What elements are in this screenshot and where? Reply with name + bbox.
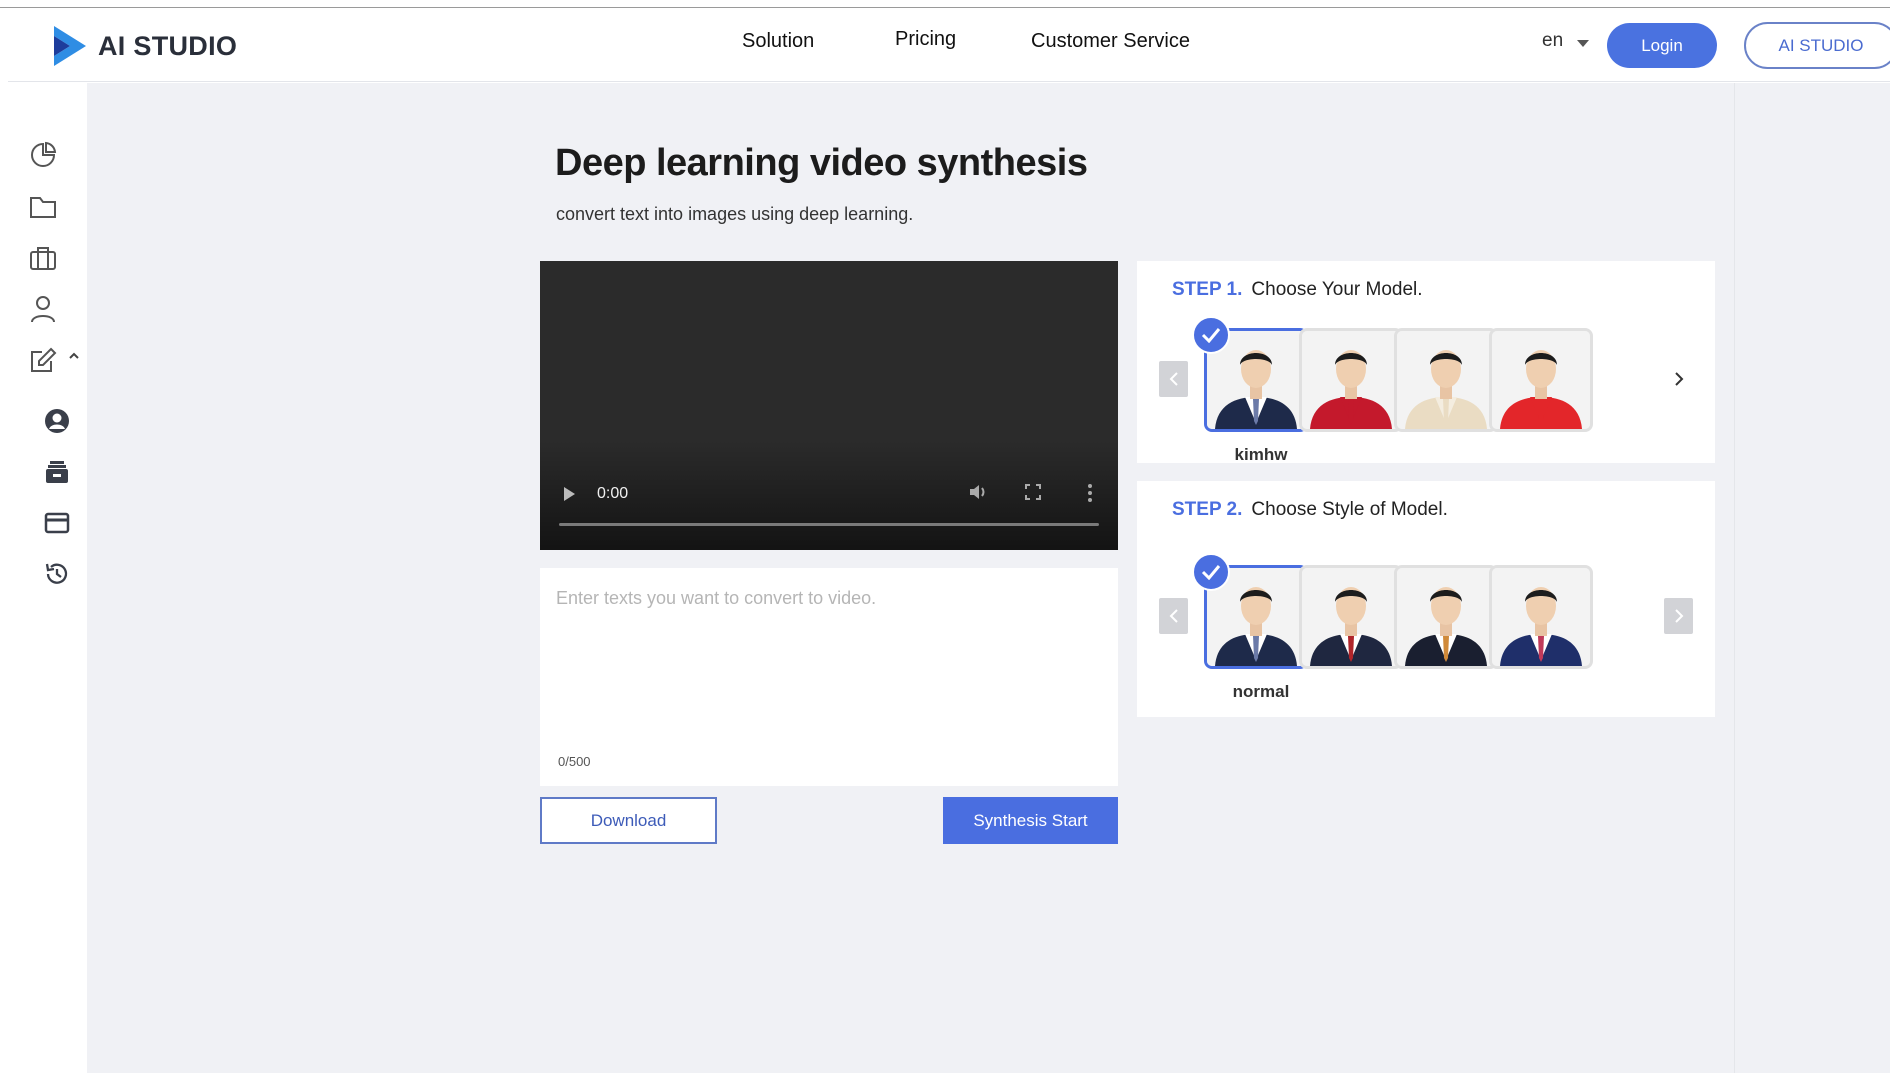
logo-chevron-icon bbox=[54, 26, 86, 66]
step2-style-thumb-3[interactable] bbox=[1394, 565, 1498, 669]
step2-next-button[interactable] bbox=[1664, 598, 1693, 634]
top-header: AI STUDIO Solution Pricing Customer Serv… bbox=[8, 8, 1890, 82]
chevron-left-icon bbox=[1169, 609, 1178, 623]
step2-panel: STEP 2. Choose Style of Model. normal bbox=[1137, 481, 1715, 717]
step1-selected-check-icon bbox=[1192, 316, 1230, 354]
character-counter: 0/500 bbox=[558, 754, 591, 769]
chevron-up-icon[interactable] bbox=[66, 348, 82, 364]
video-player[interactable]: 0:00 bbox=[540, 261, 1118, 550]
step1-panel: STEP 1. Choose Your Model. kimhw bbox=[1137, 261, 1715, 464]
folder-icon[interactable] bbox=[28, 192, 58, 222]
chevron-down-icon bbox=[1577, 39, 1590, 47]
step1-model-thumb-2[interactable] bbox=[1299, 328, 1403, 432]
briefcase-icon[interactable] bbox=[28, 243, 58, 273]
step2-heading: STEP 2. Choose Style of Model. bbox=[1172, 499, 1448, 521]
brand-logo[interactable]: AI STUDIO bbox=[52, 24, 237, 68]
user-icon[interactable] bbox=[28, 294, 58, 324]
download-button[interactable]: Download bbox=[540, 797, 717, 844]
play-icon[interactable] bbox=[564, 487, 575, 501]
inbox-stack-icon[interactable] bbox=[42, 457, 72, 487]
nav-solution[interactable]: Solution bbox=[742, 30, 814, 53]
step2-prev-button[interactable] bbox=[1159, 598, 1188, 634]
account-circle-icon[interactable] bbox=[42, 406, 72, 436]
more-options-icon[interactable] bbox=[1087, 483, 1093, 508]
video-progress-track[interactable] bbox=[559, 523, 1099, 526]
step1-model-thumb-3[interactable] bbox=[1394, 328, 1498, 432]
step2-selected-check-icon bbox=[1192, 553, 1230, 591]
step1-model-thumb-4[interactable] bbox=[1489, 328, 1593, 432]
login-button[interactable]: Login bbox=[1607, 23, 1717, 68]
step1-title: Choose Your Model. bbox=[1251, 279, 1423, 300]
step1-prev-button[interactable] bbox=[1159, 361, 1188, 397]
synthesis-start-button[interactable]: Synthesis Start bbox=[943, 797, 1118, 844]
step2-number: STEP 2. bbox=[1172, 499, 1243, 520]
edit-icon[interactable] bbox=[28, 345, 58, 375]
chevron-right-icon bbox=[1674, 609, 1683, 623]
video-time: 0:00 bbox=[597, 485, 629, 502]
page-title: Deep learning video synthesis bbox=[555, 142, 1088, 184]
nav-pricing[interactable]: Pricing bbox=[895, 28, 956, 51]
content-divider bbox=[1734, 83, 1735, 1073]
ai-studio-button[interactable]: AI STUDIO bbox=[1744, 22, 1890, 69]
step1-number: STEP 1. bbox=[1172, 279, 1243, 300]
step2-title: Choose Style of Model. bbox=[1251, 499, 1448, 520]
dashboard-icon[interactable] bbox=[28, 140, 58, 170]
step2-style-thumb-2[interactable] bbox=[1299, 565, 1403, 669]
chevron-left-icon bbox=[1169, 372, 1178, 386]
brand-name: AI STUDIO bbox=[98, 30, 238, 61]
sidebar bbox=[8, 83, 87, 1073]
fullscreen-icon[interactable] bbox=[1025, 484, 1041, 505]
text-input-box: 0/500 bbox=[540, 568, 1118, 786]
history-icon[interactable] bbox=[42, 559, 72, 589]
step1-next-button[interactable] bbox=[1664, 361, 1693, 397]
step1-heading: STEP 1. Choose Your Model. bbox=[1172, 279, 1423, 301]
language-value: en bbox=[1542, 30, 1564, 51]
script-textarea[interactable] bbox=[556, 588, 1102, 738]
page-subtitle: convert text into images using deep lear… bbox=[556, 204, 914, 224]
language-select[interactable]: en bbox=[1542, 30, 1590, 52]
step2-style-thumb-4[interactable] bbox=[1489, 565, 1593, 669]
step1-selected-name: kimhw bbox=[1234, 445, 1288, 464]
nav-customer-service[interactable]: Customer Service bbox=[1031, 30, 1190, 53]
chevron-right-icon bbox=[1674, 372, 1683, 386]
volume-icon[interactable] bbox=[968, 483, 988, 506]
credit-card-icon[interactable] bbox=[42, 508, 72, 538]
step2-selected-name: normal bbox=[1232, 682, 1290, 701]
